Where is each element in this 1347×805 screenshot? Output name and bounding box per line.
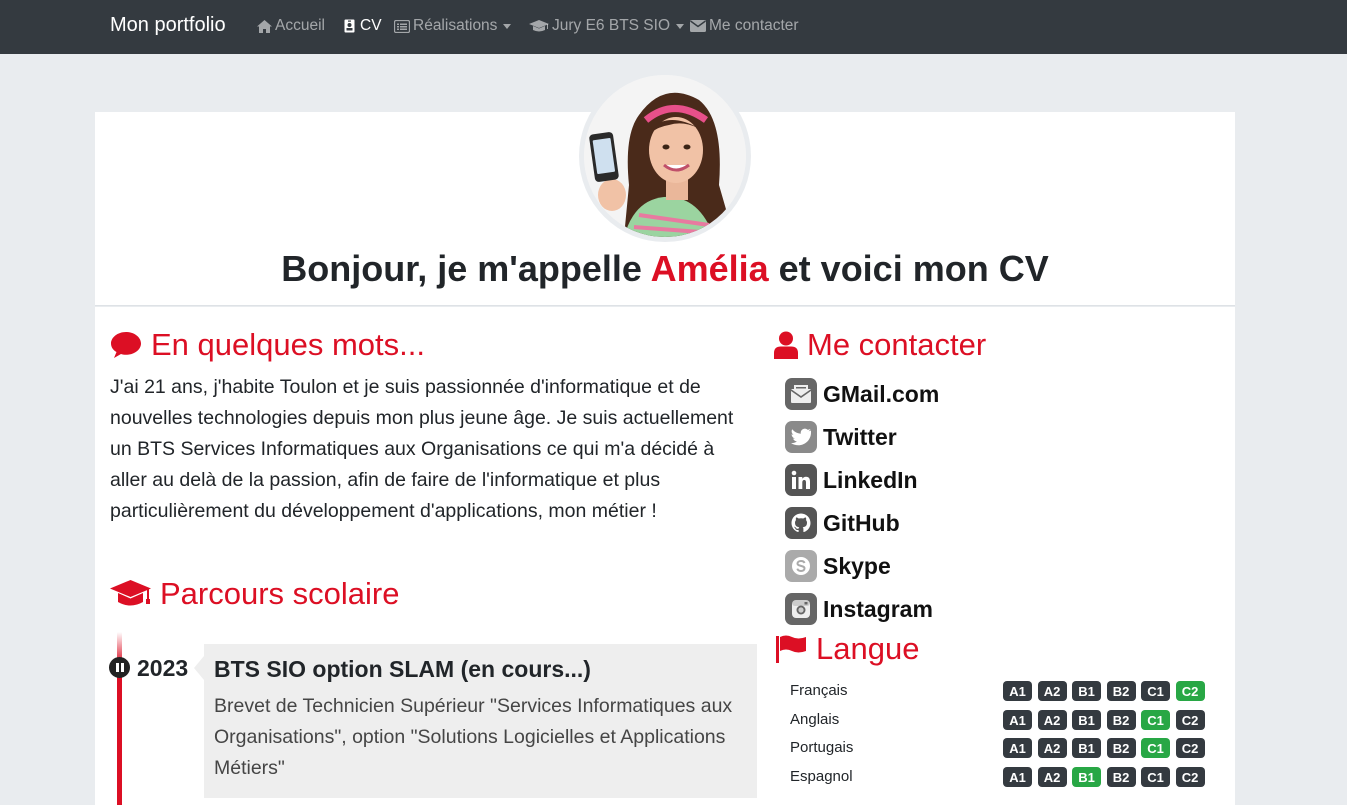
timeline-pause-icon — [109, 657, 130, 678]
nav-item-cv[interactable]: CV — [341, 17, 382, 35]
level-badge: A1 — [1003, 681, 1032, 701]
timeline-entry-title: BTS SIO option SLAM (en cours...) — [214, 656, 591, 682]
level-badge: C2 — [1175, 710, 1205, 730]
nav-item-label: CV — [360, 17, 382, 34]
level-badge: C1 — [1141, 767, 1170, 787]
level-badge: A2 — [1037, 767, 1067, 787]
list-alt-icon — [394, 19, 410, 33]
contact-item-instagram[interactable]: Instagram — [785, 593, 933, 625]
instagram-icon — [785, 593, 817, 625]
nav-item-realisations[interactable]: Réalisations — [394, 17, 512, 35]
contact-item-linkedin[interactable]: LinkedIn — [785, 464, 918, 496]
languages-title: Langue — [816, 631, 920, 666]
level-badge: C2 — [1175, 767, 1205, 787]
level-badge: C2 — [1175, 738, 1205, 758]
graduation-cap-icon — [110, 580, 151, 606]
contact-label: GitHub — [823, 509, 900, 536]
education-title: Parcours scolaire — [160, 576, 400, 611]
level-badge: B1 — [1072, 710, 1101, 730]
envelope-icon — [690, 19, 706, 33]
level-badge: B2 — [1106, 681, 1136, 701]
nav-item-label: Me contacter — [709, 17, 799, 34]
caret-down-icon — [503, 23, 512, 29]
page-title: Bonjour, je m'appelle Amélia et voici mo… — [95, 248, 1235, 290]
level-badge: A1 — [1003, 710, 1032, 730]
id-badge-icon — [341, 19, 357, 33]
level-badge: B1 — [1072, 738, 1101, 758]
contact-item-github[interactable]: GitHub — [785, 507, 900, 539]
about-title: En quelques mots... — [151, 327, 425, 362]
caret-down-icon — [676, 23, 685, 29]
nav-item-accueil[interactable]: Accueil — [256, 17, 325, 35]
skype-icon — [785, 550, 817, 582]
contact-item-skype[interactable]: Skype — [785, 550, 891, 582]
divider — [95, 305, 1235, 307]
avatar — [584, 75, 746, 237]
contact-title: Me contacter — [807, 327, 987, 362]
nav-item-label: Accueil — [275, 17, 325, 34]
timeline-year: 2023 — [137, 655, 189, 681]
linkedin-icon — [785, 464, 817, 496]
level-badge: B1 — [1072, 767, 1101, 787]
twitter-icon — [785, 421, 817, 453]
user-icon — [774, 331, 798, 359]
title-prefix: Bonjour, je m'appelle — [281, 248, 651, 289]
level-badge: C1 — [1141, 681, 1170, 701]
navbar: Mon portfolio Accueil CV Réalisations Ju… — [0, 0, 1347, 54]
language-levels: A1 A2 B1 B2 C1 C2 — [1003, 738, 1210, 758]
language-name: Français — [790, 682, 848, 699]
nav-item-label: Réalisations — [413, 17, 498, 34]
about-heading: En quelques mots... — [110, 327, 425, 363]
contact-label: Twitter — [823, 423, 897, 450]
flag-icon — [776, 635, 806, 663]
education-heading: Parcours scolaire — [110, 576, 399, 612]
home-icon — [256, 19, 272, 33]
level-badge: A2 — [1037, 681, 1067, 701]
timeline-entry: BTS SIO option SLAM (en cours...) Brevet… — [194, 644, 757, 798]
gmail-icon — [785, 378, 817, 410]
navbar-brand[interactable]: Mon portfolio — [110, 14, 226, 37]
language-levels: A1 A2 B1 B2 C1 C2 — [1003, 681, 1210, 701]
contact-label: Instagram — [823, 595, 933, 622]
nav-item-label: Jury E6 BTS SIO — [552, 17, 671, 34]
contact-heading: Me contacter — [774, 327, 986, 363]
level-badge: A1 — [1003, 738, 1032, 758]
contact-item-twitter[interactable]: Twitter — [785, 421, 897, 453]
level-badge: B1 — [1072, 681, 1101, 701]
graduation-cap-icon — [529, 19, 549, 33]
title-suffix: et voici mon CV — [768, 248, 1049, 289]
language-name: Portugais — [790, 739, 854, 756]
language-levels: A1 A2 B1 B2 C1 C2 — [1003, 767, 1210, 787]
title-name: Amélia — [650, 248, 769, 289]
level-badge: A2 — [1037, 710, 1067, 730]
contact-item-gmail[interactable]: GMail.com — [785, 378, 939, 410]
language-name: Espagnol — [790, 768, 853, 785]
language-name: Anglais — [790, 711, 840, 728]
language-levels: A1 A2 B1 B2 C1 C2 — [1003, 710, 1210, 730]
timeline-entry-text: Brevet de Technicien Supérieur "Services… — [214, 695, 733, 779]
level-badge: A1 — [1003, 767, 1032, 787]
level-badge: C1 — [1141, 738, 1170, 758]
level-badge: B2 — [1106, 767, 1136, 787]
about-text: J'ai 21 ans, j'habite Toulon et je suis … — [110, 376, 734, 522]
contact-label: GMail.com — [823, 380, 940, 407]
level-badge: C1 — [1141, 710, 1170, 730]
level-badge: C2 — [1175, 681, 1205, 701]
level-badge: A2 — [1037, 738, 1067, 758]
contact-label: Skype — [823, 552, 891, 579]
level-badge: B2 — [1106, 710, 1136, 730]
level-badge: B2 — [1106, 738, 1136, 758]
languages-heading: Langue — [775, 631, 919, 667]
comment-icon — [111, 332, 141, 358]
nav-item-jury[interactable]: Jury E6 BTS SIO — [529, 17, 685, 35]
nav-item-contact[interactable]: Me contacter — [690, 17, 799, 35]
contact-label: LinkedIn — [823, 466, 918, 493]
github-icon — [785, 507, 817, 539]
